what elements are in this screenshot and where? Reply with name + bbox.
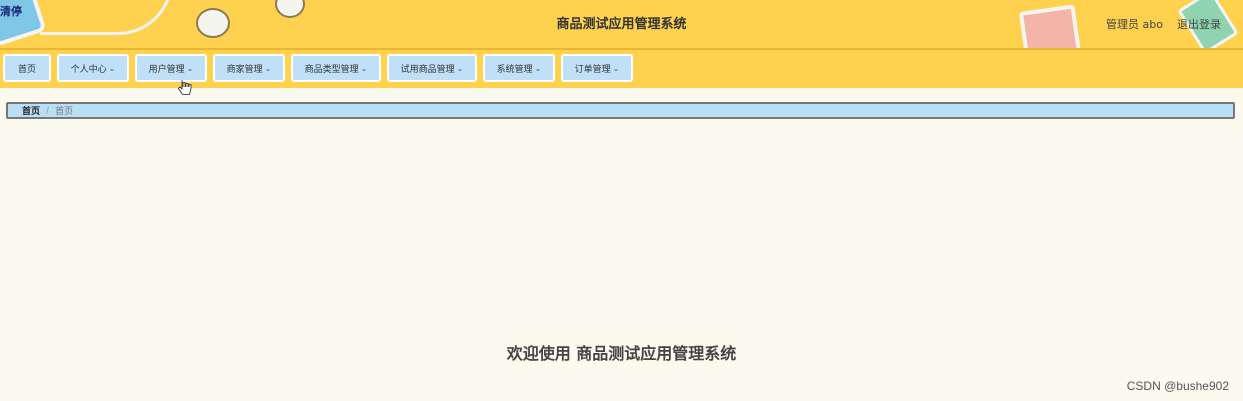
nav-item-label: 个人中心 <box>70 64 107 75</box>
chevron-down-icon: ⌄ <box>108 63 116 73</box>
chevron-down-icon: ⌄ <box>264 63 272 73</box>
breadcrumb: 首页 / 首页 <box>6 102 1235 119</box>
nav-item-order-management[interactable]: 订单管理 ⌄ <box>561 54 633 82</box>
welcome-message: 欢迎使用 商品测试应用管理系统 <box>506 344 737 363</box>
chevron-down-icon: ⌄ <box>456 63 464 73</box>
app-title: 商品测试应用管理系统 <box>556 17 687 32</box>
nav-item-personal-center[interactable]: 个人中心 ⌄ <box>57 54 129 82</box>
nav-item-label: 系统管理 <box>496 64 533 75</box>
nav-item-trial-product-management[interactable]: 试用商品管理 ⌄ <box>387 54 477 82</box>
nav-item-label: 商家管理 <box>226 64 263 75</box>
breadcrumb-separator: / <box>46 105 50 116</box>
header: 清停 商品测试应用管理系统 管理员 abo 退出登录 <box>0 0 1243 50</box>
logout-link[interactable]: 退出登录 <box>1177 16 1221 32</box>
breadcrumb-current: 首页 <box>55 107 74 117</box>
nav-item-product-type-management[interactable]: 商品类型管理 ⌄ <box>291 54 381 82</box>
nav-item-system-management[interactable]: 系统管理 ⌄ <box>483 54 555 82</box>
watermark: CSDN @bushe902 <box>1126 379 1229 393</box>
user-info: 管理员 abo <box>1106 18 1163 31</box>
chevron-down-icon: ⌄ <box>360 63 368 73</box>
nav-item-label: 用户管理 <box>148 64 185 75</box>
nav-item-label: 试用商品管理 <box>400 64 455 75</box>
chevron-down-icon: ⌄ <box>612 63 620 73</box>
chevron-down-icon: ⌄ <box>186 63 194 73</box>
nav-item-label: 首页 <box>17 64 36 75</box>
nav-item-label: 商品类型管理 <box>304 64 359 75</box>
chevron-down-icon: ⌄ <box>534 63 542 73</box>
nav-item-user-management[interactable]: 用户管理 ⌄ <box>135 54 207 82</box>
nav-item-merchant-management[interactable]: 商家管理 ⌄ <box>213 54 285 82</box>
nav-item-label: 订单管理 <box>574 64 611 75</box>
breadcrumb-home-link[interactable]: 首页 <box>22 104 40 117</box>
hand-cursor-icon <box>178 80 192 95</box>
nav-item-home[interactable]: 首页 <box>3 54 51 82</box>
